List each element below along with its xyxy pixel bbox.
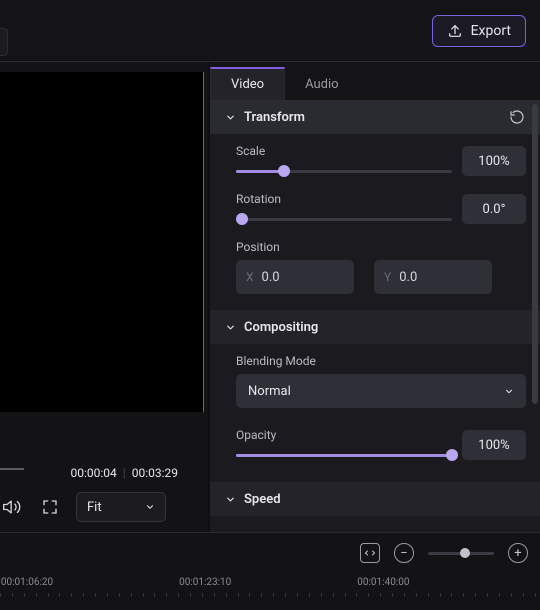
fullscreen-icon[interactable] bbox=[38, 495, 62, 519]
export-button[interactable]: Export bbox=[432, 15, 526, 47]
fit-timeline-button[interactable] bbox=[360, 543, 380, 563]
position-y-value: 0.0 bbox=[399, 270, 417, 285]
fit-mode-select[interactable]: Fit bbox=[76, 492, 166, 522]
scale-value[interactable]: 100% bbox=[462, 146, 526, 176]
ruler-label: 00:01:40:00 bbox=[357, 577, 409, 588]
opacity-slider[interactable] bbox=[236, 448, 452, 462]
rotation-label: Rotation bbox=[236, 192, 452, 206]
ruler-label: 00:01:06:20 bbox=[1, 577, 53, 588]
tab-audio[interactable]: Audio bbox=[285, 67, 358, 100]
scale-label: Scale bbox=[236, 144, 452, 158]
volume-icon[interactable] bbox=[0, 495, 24, 519]
zoom-out-button[interactable]: − bbox=[394, 543, 414, 563]
section-header-compositing[interactable]: Compositing bbox=[210, 310, 540, 344]
current-time: 00:00:04 bbox=[71, 466, 117, 480]
y-prefix: Y bbox=[384, 270, 391, 284]
upload-icon bbox=[447, 23, 463, 39]
opacity-value[interactable]: 100% bbox=[462, 430, 526, 460]
zoom-in-button[interactable]: + bbox=[508, 543, 528, 563]
preview-seekbar[interactable] bbox=[0, 468, 24, 470]
video-preview-canvas[interactable] bbox=[0, 72, 204, 412]
position-label: Position bbox=[236, 240, 526, 254]
chevron-down-icon bbox=[504, 386, 514, 396]
blend-label: Blending Mode bbox=[236, 354, 526, 368]
section-title-speed: Speed bbox=[244, 492, 281, 507]
tab-audio-label: Audio bbox=[305, 77, 338, 92]
timeline-ruler[interactable]: 00:01:06:20 00:01:23:10 00:01:40:00 bbox=[0, 577, 540, 605]
panel-scrollbar[interactable] bbox=[532, 104, 538, 404]
chevron-down-icon bbox=[224, 111, 236, 123]
window-control-stub bbox=[0, 28, 8, 56]
blend-mode-select[interactable]: Normal bbox=[236, 374, 526, 408]
opacity-label: Opacity bbox=[236, 428, 452, 442]
section-header-speed[interactable]: Speed bbox=[210, 482, 540, 516]
property-tabs: Video Audio bbox=[210, 62, 540, 100]
chevron-down-icon bbox=[224, 493, 236, 505]
tab-video-label: Video bbox=[231, 77, 264, 92]
blend-mode-value: Normal bbox=[248, 384, 291, 399]
scale-slider[interactable] bbox=[236, 164, 452, 178]
time-separator: | bbox=[123, 466, 126, 480]
chevron-down-icon bbox=[145, 502, 155, 512]
reset-icon[interactable] bbox=[508, 108, 526, 126]
tab-video[interactable]: Video bbox=[210, 67, 285, 100]
section-title-compositing: Compositing bbox=[244, 320, 318, 335]
rotation-value[interactable]: 0.0° bbox=[462, 194, 526, 224]
position-x-value: 0.0 bbox=[262, 270, 280, 285]
position-y-input[interactable]: Y 0.0 bbox=[374, 260, 492, 294]
x-prefix: X bbox=[246, 270, 254, 284]
position-x-input[interactable]: X 0.0 bbox=[236, 260, 354, 294]
fit-mode-label: Fit bbox=[87, 500, 102, 515]
chevron-down-icon bbox=[224, 321, 236, 333]
zoom-slider[interactable] bbox=[428, 552, 494, 555]
ruler-label: 00:01:23:10 bbox=[179, 577, 231, 588]
total-duration: 00:03:29 bbox=[132, 466, 178, 480]
section-header-transform[interactable]: Transform bbox=[210, 100, 540, 134]
export-label: Export bbox=[471, 23, 511, 39]
rotation-slider[interactable] bbox=[236, 212, 452, 226]
section-title-transform: Transform bbox=[244, 110, 305, 125]
